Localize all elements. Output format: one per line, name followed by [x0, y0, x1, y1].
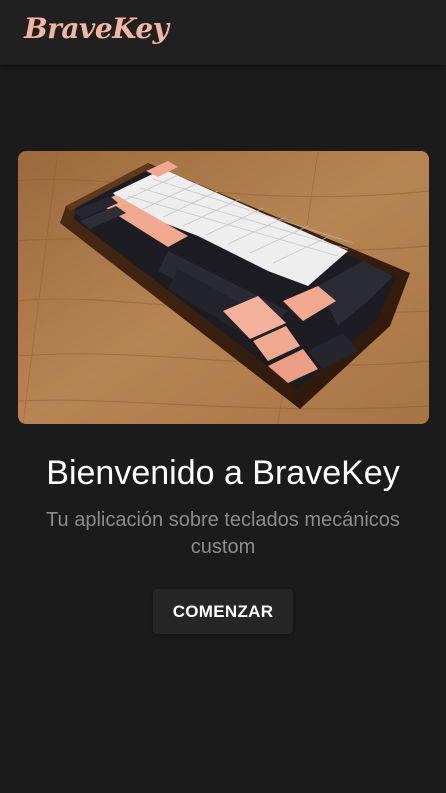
welcome-title: Bienvenido a BraveKey: [46, 454, 400, 492]
brand-logo[interactable]: BraveKey: [24, 12, 169, 45]
hero-keyboard-image: [18, 151, 429, 424]
keyboard-photo-illustration: [18, 151, 429, 424]
welcome-subtitle: Tu aplicación sobre teclados mecánicos c…: [46, 509, 400, 558]
top-app-bar: BraveKey: [0, 0, 446, 65]
start-button[interactable]: COMENZAR: [153, 589, 293, 634]
